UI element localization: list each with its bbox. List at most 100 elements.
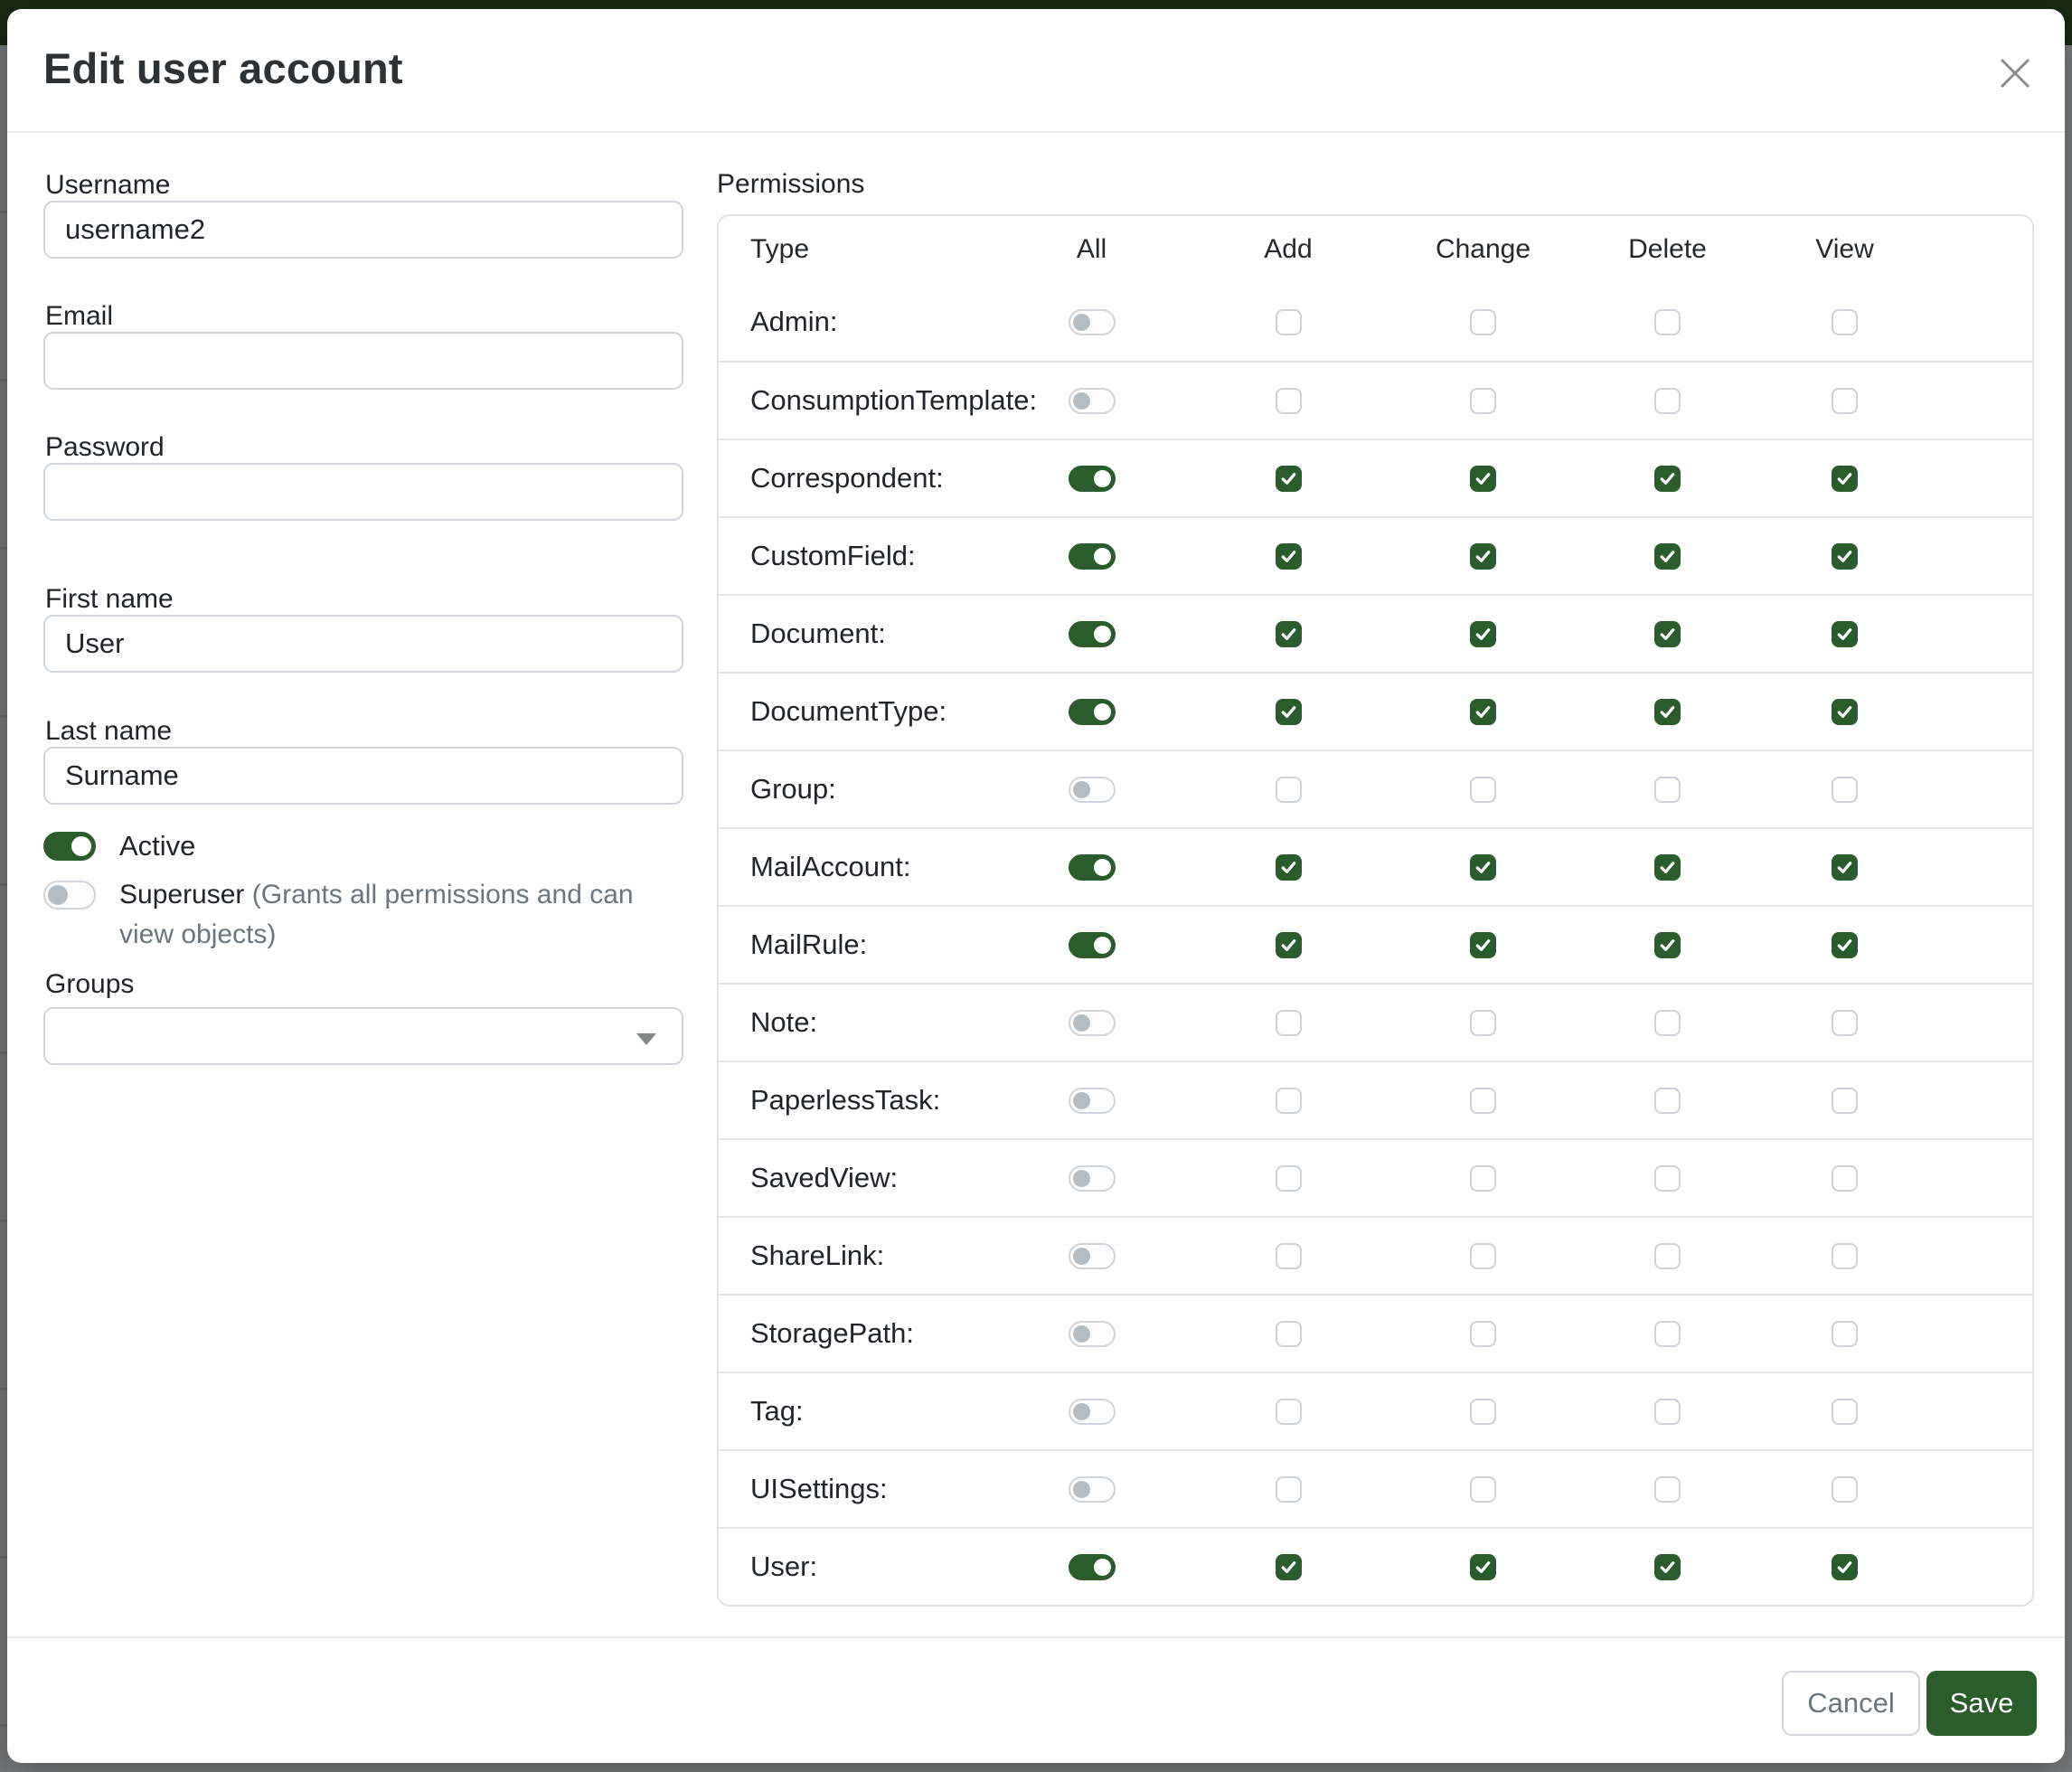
all-toggle[interactable]: [1069, 1399, 1116, 1425]
all-toggle[interactable]: [1069, 699, 1116, 725]
change-checkbox[interactable]: [1470, 1010, 1496, 1036]
view-checkbox[interactable]: [1832, 777, 1858, 803]
delete-checkbox[interactable]: [1654, 388, 1681, 414]
delete-checkbox[interactable]: [1654, 1554, 1681, 1580]
change-checkbox[interactable]: [1470, 699, 1496, 725]
change-checkbox[interactable]: [1470, 854, 1496, 881]
all-toggle[interactable]: [1069, 466, 1116, 492]
all-toggle[interactable]: [1069, 1321, 1116, 1347]
add-checkbox[interactable]: [1276, 309, 1302, 335]
delete-checkbox[interactable]: [1654, 1321, 1681, 1347]
delete-checkbox[interactable]: [1654, 699, 1681, 725]
change-checkbox[interactable]: [1470, 388, 1496, 414]
change-checkbox[interactable]: [1470, 777, 1496, 803]
change-checkbox[interactable]: [1470, 932, 1496, 958]
all-toggle[interactable]: [1069, 1165, 1116, 1192]
add-checkbox[interactable]: [1276, 388, 1302, 414]
add-checkbox[interactable]: [1276, 1554, 1302, 1580]
password-input[interactable]: [43, 463, 683, 521]
delete-checkbox[interactable]: [1654, 1243, 1681, 1269]
view-checkbox[interactable]: [1832, 1476, 1858, 1503]
close-button[interactable]: [1994, 52, 2036, 94]
all-toggle[interactable]: [1069, 543, 1116, 570]
add-checkbox[interactable]: [1276, 621, 1302, 647]
add-checkbox[interactable]: [1276, 1165, 1302, 1192]
add-checkbox[interactable]: [1276, 1243, 1302, 1269]
all-toggle[interactable]: [1069, 309, 1116, 335]
view-checkbox[interactable]: [1832, 1165, 1858, 1192]
view-checkbox[interactable]: [1832, 1088, 1858, 1114]
add-checkbox[interactable]: [1276, 777, 1302, 803]
active-toggle[interactable]: [43, 832, 96, 861]
toggle-knob: [1073, 314, 1090, 331]
view-checkbox[interactable]: [1832, 1554, 1858, 1580]
delete-checkbox[interactable]: [1654, 1010, 1681, 1036]
delete-checkbox[interactable]: [1654, 777, 1681, 803]
view-checkbox[interactable]: [1832, 1321, 1858, 1347]
delete-checkbox[interactable]: [1654, 543, 1681, 570]
view-checkbox[interactable]: [1832, 466, 1858, 492]
change-checkbox[interactable]: [1470, 309, 1496, 335]
delete-checkbox[interactable]: [1654, 932, 1681, 958]
permission-row: MailRule:: [719, 905, 2032, 983]
view-checkbox[interactable]: [1832, 1010, 1858, 1036]
add-checkbox[interactable]: [1276, 466, 1302, 492]
view-checkbox[interactable]: [1832, 621, 1858, 647]
delete-checkbox[interactable]: [1654, 854, 1681, 881]
groups-select[interactable]: [43, 1007, 683, 1065]
delete-checkbox[interactable]: [1654, 466, 1681, 492]
save-button[interactable]: Save: [1926, 1671, 2037, 1736]
delete-checkbox[interactable]: [1654, 1476, 1681, 1503]
add-checkbox[interactable]: [1276, 1476, 1302, 1503]
change-checkbox[interactable]: [1470, 1243, 1496, 1269]
delete-checkbox[interactable]: [1654, 1165, 1681, 1192]
delete-checkbox[interactable]: [1654, 309, 1681, 335]
view-checkbox[interactable]: [1832, 1399, 1858, 1425]
add-checkbox[interactable]: [1276, 932, 1302, 958]
add-checkbox[interactable]: [1276, 1321, 1302, 1347]
change-checkbox[interactable]: [1470, 1476, 1496, 1503]
all-toggle[interactable]: [1069, 1088, 1116, 1114]
add-checkbox[interactable]: [1276, 543, 1302, 570]
all-toggle[interactable]: [1069, 388, 1116, 414]
all-toggle[interactable]: [1069, 1243, 1116, 1269]
change-checkbox[interactable]: [1470, 1165, 1496, 1192]
all-toggle[interactable]: [1069, 777, 1116, 803]
last-name-input[interactable]: [43, 747, 683, 805]
change-checkbox[interactable]: [1470, 1399, 1496, 1425]
email-input[interactable]: [43, 332, 683, 390]
delete-checkbox[interactable]: [1654, 621, 1681, 647]
all-toggle[interactable]: [1069, 1554, 1116, 1580]
all-toggle[interactable]: [1069, 1476, 1116, 1503]
cancel-button[interactable]: Cancel: [1782, 1671, 1920, 1736]
username-input[interactable]: [43, 201, 683, 259]
all-toggle[interactable]: [1069, 621, 1116, 647]
change-checkbox[interactable]: [1470, 466, 1496, 492]
add-checkbox[interactable]: [1276, 699, 1302, 725]
view-checkbox[interactable]: [1832, 932, 1858, 958]
view-checkbox[interactable]: [1832, 1243, 1858, 1269]
add-checkbox[interactable]: [1276, 854, 1302, 881]
all-toggle[interactable]: [1069, 932, 1116, 958]
change-checkbox[interactable]: [1470, 1321, 1496, 1347]
change-checkbox[interactable]: [1470, 621, 1496, 647]
add-checkbox[interactable]: [1276, 1088, 1302, 1114]
view-checkbox[interactable]: [1832, 699, 1858, 725]
view-checkbox[interactable]: [1832, 543, 1858, 570]
first-name-input[interactable]: [43, 615, 683, 673]
change-checkbox[interactable]: [1470, 543, 1496, 570]
add-checkbox[interactable]: [1276, 1399, 1302, 1425]
view-checkbox[interactable]: [1832, 388, 1858, 414]
permission-type-label: CustomField:: [750, 540, 994, 572]
all-toggle[interactable]: [1069, 1010, 1116, 1036]
change-checkbox[interactable]: [1470, 1088, 1496, 1114]
delete-checkbox[interactable]: [1654, 1088, 1681, 1114]
superuser-toggle[interactable]: [43, 881, 96, 910]
add-checkbox[interactable]: [1276, 1010, 1302, 1036]
view-checkbox[interactable]: [1832, 854, 1858, 881]
change-checkbox[interactable]: [1470, 1554, 1496, 1580]
superuser-label: Superuser (Grants all permissions and ca…: [119, 875, 662, 955]
view-checkbox[interactable]: [1832, 309, 1858, 335]
all-toggle[interactable]: [1069, 854, 1116, 881]
delete-checkbox[interactable]: [1654, 1399, 1681, 1425]
